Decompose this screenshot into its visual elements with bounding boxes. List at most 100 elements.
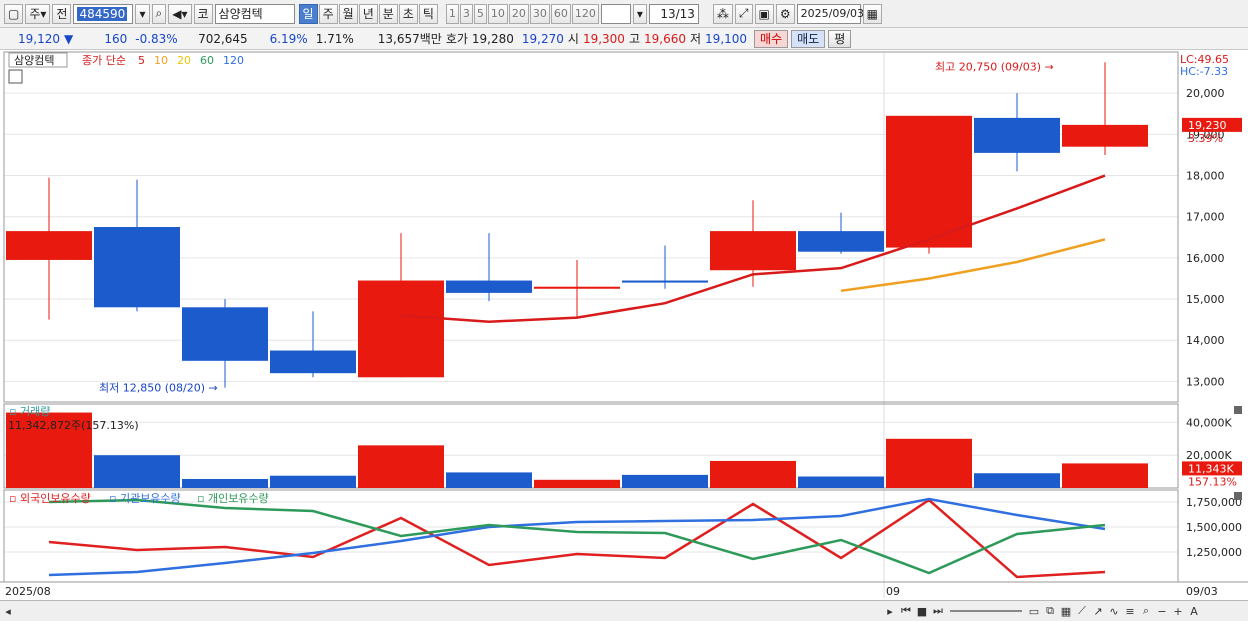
count-field[interactable]: 13/13	[648, 3, 699, 24]
stack-icon[interactable]: ≡	[1123, 604, 1137, 618]
price-tick: 18,000	[1186, 170, 1225, 183]
price-panel-title: 삼양컴텍	[14, 54, 54, 67]
volume-info: 11,342,872주(157.13%)	[8, 419, 139, 432]
interval-1[interactable]: 1	[445, 3, 459, 24]
stop-icon[interactable]: ■	[915, 604, 929, 618]
interval-dropdown-icon[interactable]: ▾	[632, 3, 647, 24]
low-value: 19,100	[705, 31, 748, 46]
play-icon[interactable]: ⏭	[931, 604, 945, 618]
sound-icon[interactable]: ◀▾	[168, 3, 192, 24]
table-icon[interactable]	[8, 69, 23, 84]
save-icon[interactable]: ▣	[754, 3, 774, 24]
candle-body	[534, 286, 620, 289]
layout-icon[interactable]: ▭	[1027, 604, 1041, 618]
bid2: 19,270	[521, 31, 564, 46]
price-panel	[3, 51, 1179, 403]
volume-bar	[446, 472, 532, 488]
panel-close-icon[interactable]	[1234, 406, 1242, 414]
price-tick: 16,000	[1186, 252, 1225, 265]
timeframe-3[interactable]: 년	[358, 3, 378, 24]
ma-legend-item: 5	[138, 54, 145, 67]
ratio-pct: 1.71%	[315, 31, 354, 46]
holding-legend-item: ▫ 개인보유수량	[197, 492, 269, 505]
search-icon[interactable]: ⌕	[151, 3, 167, 24]
grid-icon[interactable]: ▦	[1059, 604, 1073, 618]
volume-bar	[1062, 463, 1148, 488]
indicator-icon[interactable]: ⁂	[712, 3, 733, 24]
amount: 13,657백만	[377, 32, 442, 46]
chart-area[interactable]: 20,00019,00018,00017,00016,00015,00014,0…	[0, 50, 1248, 600]
draw-tool-icon[interactable]: ⤢	[734, 3, 753, 24]
window-icon[interactable]: ▢	[4, 3, 24, 24]
code-dropdown-icon[interactable]: ▾	[135, 3, 150, 24]
interval-3[interactable]: 3	[459, 3, 473, 24]
volume-bar	[270, 475, 356, 488]
scroll-left-icon[interactable]: ◂	[1, 604, 15, 618]
holding-legend-item: ▫ 기관보유수량	[109, 492, 181, 505]
ma-legend-item: 10	[154, 54, 168, 67]
volume-value: 702,645	[198, 31, 248, 46]
interval-30[interactable]: 30	[529, 3, 550, 24]
timeframe-1[interactable]: 주	[318, 3, 338, 24]
interval-5[interactable]: 5	[473, 3, 487, 24]
zoom-slider[interactable]	[950, 610, 1022, 612]
hc-label: HC:-7.33	[1180, 65, 1228, 78]
timeframe-6[interactable]: 틱	[418, 3, 438, 24]
zoom-out-icon[interactable]: −	[1155, 604, 1169, 618]
timeframe-2[interactable]: 월	[338, 3, 358, 24]
candle-body	[270, 350, 356, 374]
prev-button[interactable]: 전	[52, 3, 72, 24]
scroll-right-icon[interactable]: ▸	[883, 604, 897, 618]
holding-tick: 1,500,000	[1186, 521, 1242, 534]
timeframe-4[interactable]: 분	[378, 3, 398, 24]
volume-title: ▫ 거래량	[9, 405, 50, 418]
compare-icon[interactable]: ⧉	[1043, 604, 1057, 618]
x-axis-right: 09/03	[1186, 585, 1218, 598]
interval-10[interactable]: 10	[487, 3, 508, 24]
stock-name-field[interactable]: 삼양컴텍	[214, 3, 295, 24]
interval-20[interactable]: 20	[508, 3, 529, 24]
zoom-icon[interactable]: ⌕	[1139, 604, 1153, 618]
zoom-in-icon[interactable]: +	[1171, 604, 1185, 618]
interval-120[interactable]: 120	[571, 3, 599, 24]
volume-bar	[710, 460, 796, 488]
interval-input[interactable]	[600, 3, 631, 24]
x-axis-left: 2025/08	[5, 585, 51, 598]
wave-icon[interactable]: ∿	[1107, 604, 1121, 618]
volume-tick: 40,000K	[1186, 416, 1232, 429]
eval-button[interactable]: 평	[828, 29, 852, 48]
first-page-icon[interactable]: ⏮	[899, 604, 913, 618]
min-annotation: 최저 12,850 (08/20) →	[99, 382, 218, 395]
sell-button[interactable]: 매도	[791, 29, 826, 48]
volume-bar	[798, 476, 884, 488]
panel-close-icon[interactable]	[1234, 492, 1242, 500]
current-volume: 11,343K	[1188, 462, 1234, 475]
price-tick: 17,000	[1186, 211, 1225, 224]
buy-button[interactable]: 매수	[754, 29, 789, 48]
toolbar: ▢ 주 ▾ 전 484590 ▾ ⌕ ◀▾ 코 삼양컴텍 일주월년분초틱 1351…	[0, 0, 1248, 28]
timeframe-0[interactable]: 일	[298, 3, 318, 24]
horizontal-scrollbar[interactable]	[16, 605, 882, 617]
gear-icon[interactable]: ⚙	[775, 3, 795, 24]
market-badge: 코	[193, 3, 213, 24]
ma-legend-main: 종가 단순	[82, 54, 126, 67]
date-field[interactable]: 2025/09/03	[796, 3, 864, 24]
individual-holding-line	[48, 498, 1106, 575]
calendar-icon[interactable]: ▦	[862, 3, 882, 24]
timeframe-5[interactable]: 초	[398, 3, 418, 24]
font-size-icon[interactable]: A	[1187, 604, 1201, 618]
line-tool-icon[interactable]: ⟋	[1075, 604, 1089, 618]
volume-bar	[182, 478, 268, 488]
period-select[interactable]: 주 ▾	[25, 3, 51, 24]
volume-bar	[886, 438, 972, 488]
interval-group: 1 3 5 10 20 30 60 120	[445, 3, 599, 24]
candle-body	[1062, 124, 1148, 147]
price-tick: 20,000	[1186, 87, 1225, 100]
price-tick: 14,000	[1186, 334, 1225, 347]
quote-bar: 19,120 ▼ 160 -0.83% 702,645 6.19% 1.71% …	[0, 28, 1248, 50]
trend-icon[interactable]: ↗	[1091, 604, 1105, 618]
stock-code-input[interactable]: 484590	[73, 3, 134, 24]
low-label: 저	[690, 32, 702, 46]
volume-tick: 20,000K	[1186, 449, 1232, 462]
interval-60[interactable]: 60	[550, 3, 571, 24]
